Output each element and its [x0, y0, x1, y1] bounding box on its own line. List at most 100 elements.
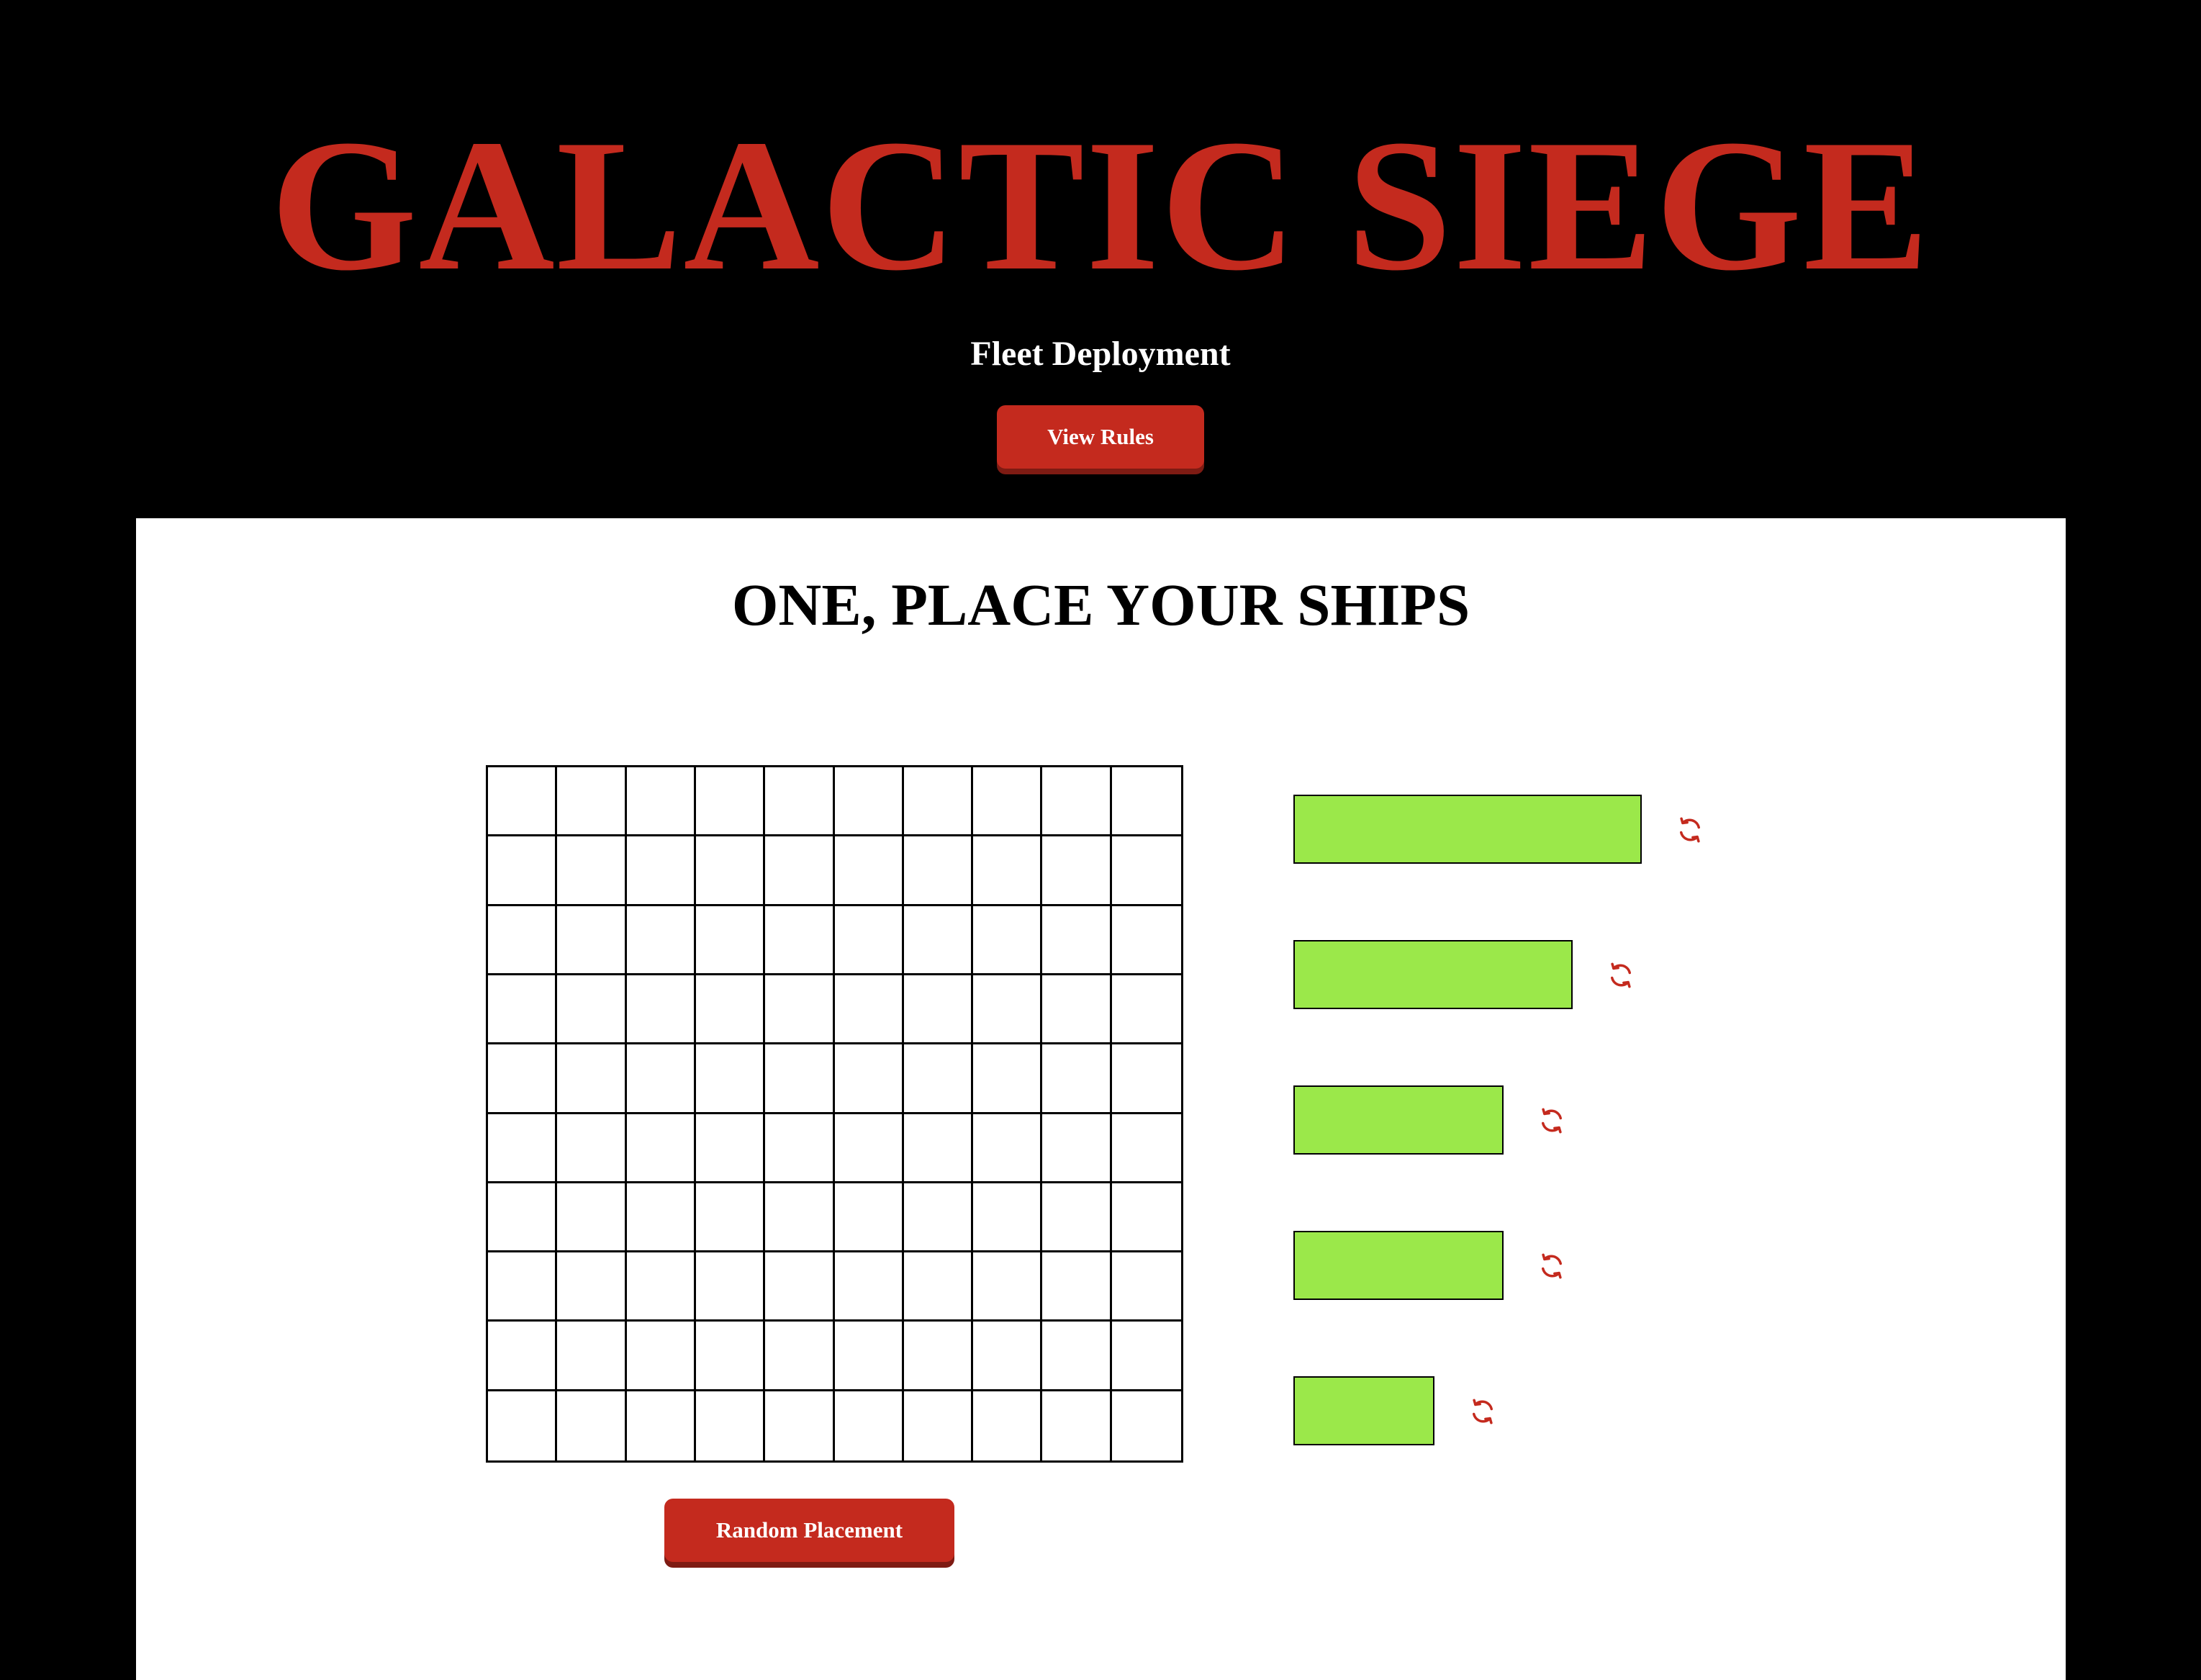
board-cell[interactable] [973, 1322, 1043, 1391]
board-cell[interactable] [695, 836, 766, 906]
board-cell[interactable] [903, 1114, 974, 1183]
board-cell[interactable] [903, 975, 974, 1045]
board-cell[interactable] [626, 975, 696, 1045]
board-cell[interactable] [488, 1183, 558, 1253]
board-cell[interactable] [1111, 975, 1181, 1045]
random-placement-button[interactable]: Random Placement [664, 1499, 954, 1562]
board-cell[interactable] [834, 1252, 904, 1322]
board-cell[interactable] [903, 1183, 974, 1253]
board-cell[interactable] [834, 1114, 904, 1183]
ship-length-3[interactable] [1293, 1231, 1504, 1300]
board-cell[interactable] [488, 975, 558, 1045]
board-cell[interactable] [1042, 1252, 1112, 1322]
ship-length-3[interactable] [1293, 1085, 1504, 1155]
rotate-icon[interactable] [1537, 1106, 1567, 1136]
board-cell[interactable] [765, 906, 835, 975]
board-cell[interactable] [695, 975, 766, 1045]
board-cell[interactable] [626, 1322, 696, 1391]
board-cell[interactable] [765, 1044, 835, 1114]
board-cell[interactable] [488, 1391, 558, 1460]
board-cell[interactable] [973, 975, 1043, 1045]
board-cell[interactable] [695, 1252, 766, 1322]
board-cell[interactable] [626, 1183, 696, 1253]
board-cell[interactable] [695, 767, 766, 837]
ship-length-4[interactable] [1293, 940, 1573, 1009]
board-cell[interactable] [695, 1114, 766, 1183]
board-cell[interactable] [1042, 767, 1112, 837]
board-cell[interactable] [557, 836, 627, 906]
board-cell[interactable] [903, 1391, 974, 1460]
board-cell[interactable] [488, 1114, 558, 1183]
board-cell[interactable] [903, 1044, 974, 1114]
board-cell[interactable] [973, 836, 1043, 906]
board-cell[interactable] [557, 1183, 627, 1253]
board-cell[interactable] [903, 1322, 974, 1391]
board-cell[interactable] [834, 767, 904, 837]
rotate-icon[interactable] [1675, 815, 1705, 845]
board-cell[interactable] [765, 767, 835, 837]
board-cell[interactable] [973, 1114, 1043, 1183]
board-cell[interactable] [903, 836, 974, 906]
board-cell[interactable] [1042, 1114, 1112, 1183]
board-cell[interactable] [973, 906, 1043, 975]
board-cell[interactable] [626, 1391, 696, 1460]
board-cell[interactable] [626, 767, 696, 837]
board-cell[interactable] [765, 1252, 835, 1322]
board-cell[interactable] [626, 906, 696, 975]
board-cell[interactable] [973, 1252, 1043, 1322]
board-cell[interactable] [695, 1183, 766, 1253]
board-cell[interactable] [557, 906, 627, 975]
board-cell[interactable] [834, 836, 904, 906]
board-cell[interactable] [903, 1252, 974, 1322]
board-cell[interactable] [765, 1114, 835, 1183]
board-cell[interactable] [1042, 1183, 1112, 1253]
board-cell[interactable] [1042, 1044, 1112, 1114]
board-cell[interactable] [834, 1183, 904, 1253]
board-cell[interactable] [488, 1252, 558, 1322]
board-cell[interactable] [1111, 1044, 1181, 1114]
board-cell[interactable] [488, 767, 558, 837]
view-rules-button[interactable]: View Rules [997, 405, 1204, 469]
ship-length-2[interactable] [1293, 1376, 1434, 1445]
board-cell[interactable] [834, 1044, 904, 1114]
board-cell[interactable] [488, 1322, 558, 1391]
board-cell[interactable] [626, 1252, 696, 1322]
board-cell[interactable] [834, 975, 904, 1045]
board-cell[interactable] [488, 836, 558, 906]
board-cell[interactable] [488, 906, 558, 975]
board-cell[interactable] [834, 1322, 904, 1391]
board-cell[interactable] [695, 906, 766, 975]
board-cell[interactable] [834, 906, 904, 975]
board-cell[interactable] [973, 767, 1043, 837]
board-cell[interactable] [557, 1044, 627, 1114]
board-cell[interactable] [1042, 975, 1112, 1045]
board-cell[interactable] [557, 767, 627, 837]
board-cell[interactable] [765, 1391, 835, 1460]
board-cell[interactable] [973, 1183, 1043, 1253]
board-cell[interactable] [1111, 1252, 1181, 1322]
board-cell[interactable] [1111, 906, 1181, 975]
board-cell[interactable] [626, 1044, 696, 1114]
board-cell[interactable] [765, 1322, 835, 1391]
board-cell[interactable] [1042, 836, 1112, 906]
board-cell[interactable] [973, 1044, 1043, 1114]
board-cell[interactable] [1042, 906, 1112, 975]
board-cell[interactable] [557, 1114, 627, 1183]
board-cell[interactable] [903, 767, 974, 837]
board-cell[interactable] [1111, 1322, 1181, 1391]
board-cell[interactable] [903, 906, 974, 975]
board-cell[interactable] [1042, 1391, 1112, 1460]
board-cell[interactable] [557, 1322, 627, 1391]
board-cell[interactable] [834, 1391, 904, 1460]
board-cell[interactable] [626, 1114, 696, 1183]
ship-length-5[interactable] [1293, 795, 1642, 864]
board-cell[interactable] [1111, 767, 1181, 837]
rotate-icon[interactable] [1606, 960, 1636, 990]
board-cell[interactable] [1042, 1322, 1112, 1391]
board-cell[interactable] [765, 975, 835, 1045]
board-cell[interactable] [1111, 1114, 1181, 1183]
board-cell[interactable] [695, 1391, 766, 1460]
board-cell[interactable] [973, 1391, 1043, 1460]
board-cell[interactable] [557, 1391, 627, 1460]
board-cell[interactable] [765, 1183, 835, 1253]
